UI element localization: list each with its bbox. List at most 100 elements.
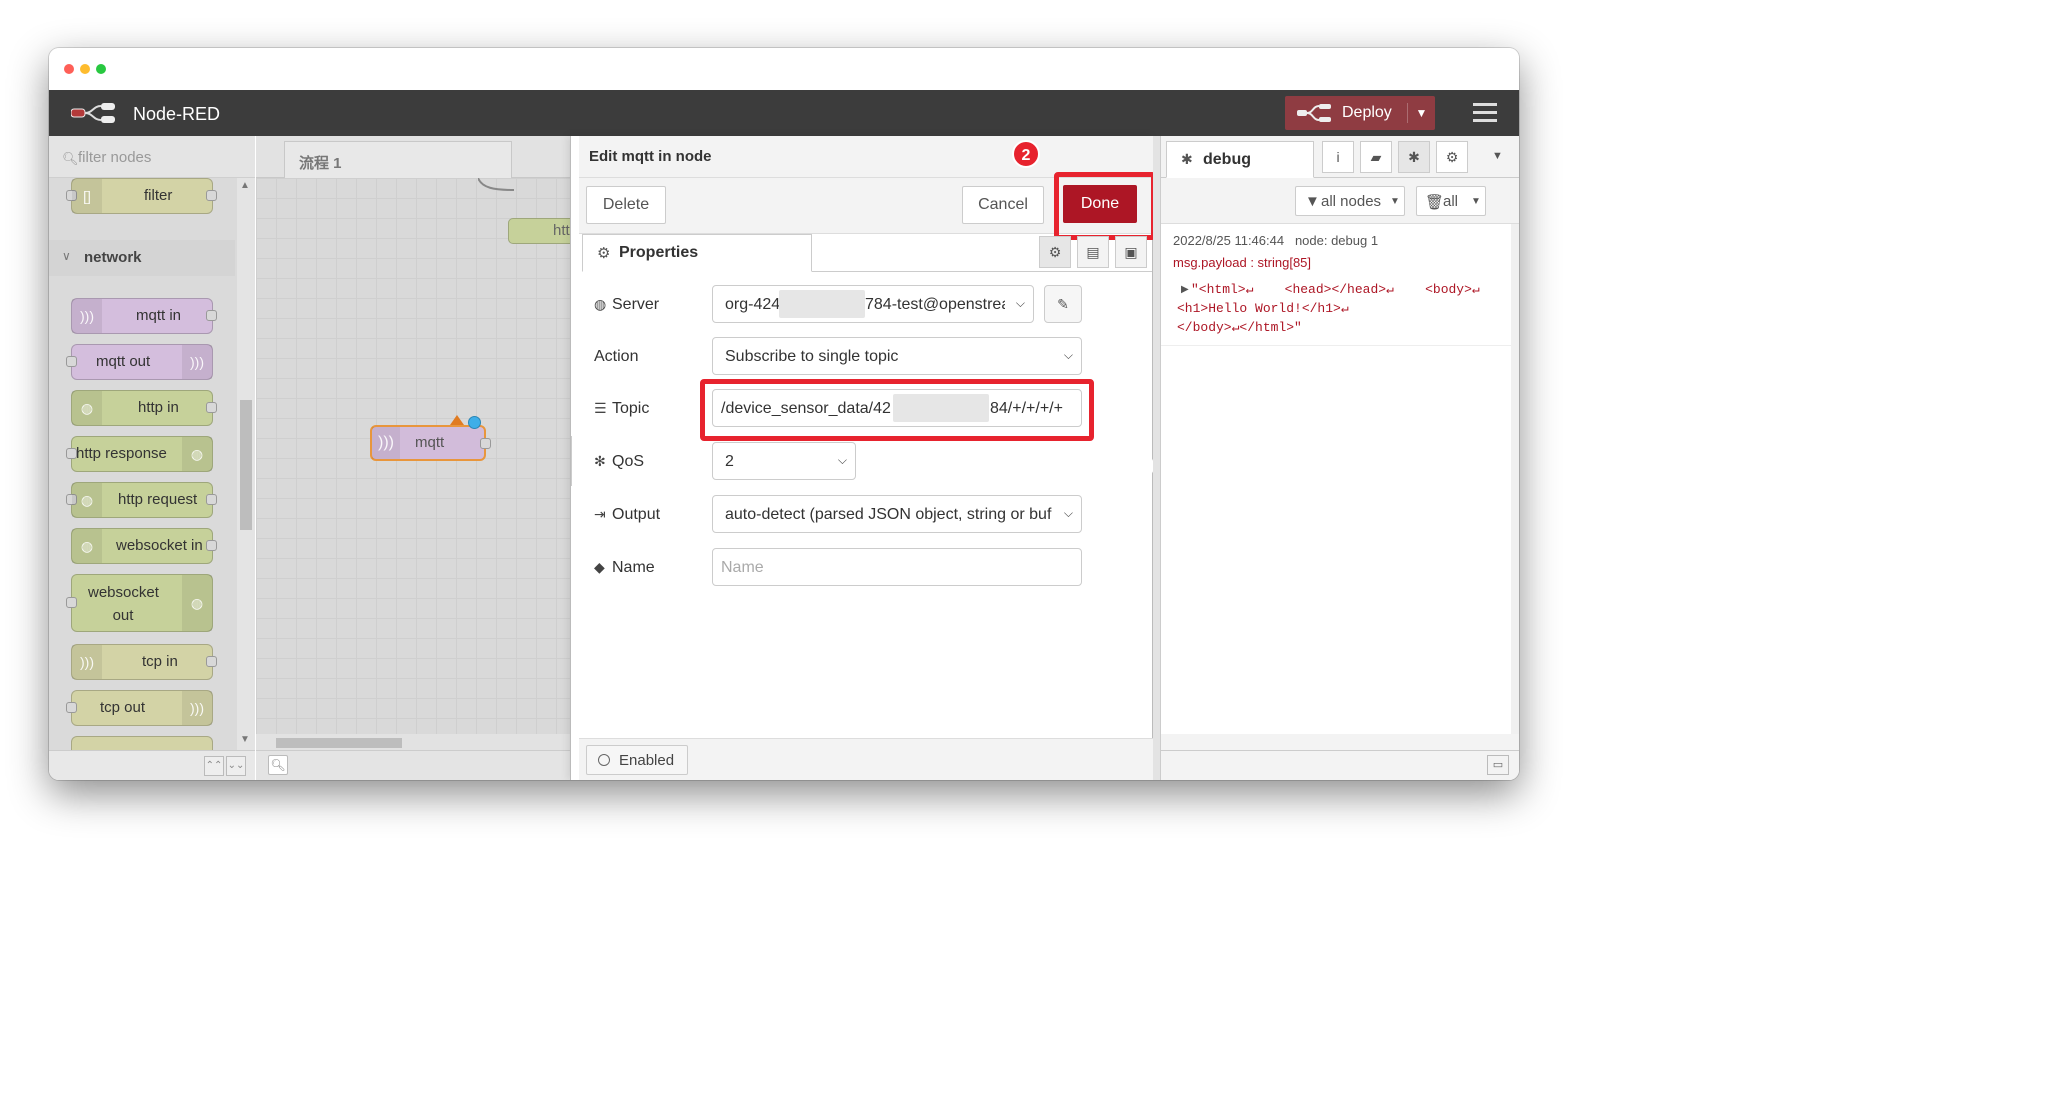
node-label: http in [138,399,179,416]
debug-bug-icon[interactable]: ✱ [1398,141,1430,173]
tray-resize-handle[interactable] [571,436,577,486]
info-icon[interactable]: i [1322,141,1354,173]
workspace-tabs: 流程 1 [256,136,570,179]
search-flows-icon[interactable]: 🔍︎ [268,755,288,775]
enabled-toggle-button[interactable]: Enabled [586,745,688,775]
palette-node-websocket-in[interactable]: ◍ websocket in [71,528,217,564]
monitor-icon[interactable]: ▭ [1487,755,1509,775]
close-window-button[interactable] [64,64,74,74]
palette-node-filter[interactable]: [] filter [66,178,217,214]
window-titlebar [49,48,1519,90]
gear-icon: ⚙ [597,245,611,262]
scrollbar-thumb[interactable] [276,738,402,748]
output-select[interactable]: auto-detect (parsed JSON object, string … [712,495,1082,533]
clear-messages-button[interactable]: 🗑︎ all ▼ [1416,186,1486,216]
scrollbar-thumb[interactable] [240,400,252,530]
output-port[interactable] [480,438,491,449]
filter-nodes-button[interactable]: ▼ all nodes ▼ [1295,186,1405,216]
payload-line: </body>↵</html>" [1177,320,1302,335]
palette-footer: ⌃⌃ ⌄⌄ [49,750,255,780]
deploy-icon [1297,104,1331,122]
name-label: ◆ Name [594,559,655,577]
sign-out-icon: ⇥ [594,506,606,522]
delete-button[interactable]: Delete [586,186,666,224]
cancel-button[interactable]: Cancel [962,186,1044,224]
node-label: tcp out [100,699,146,716]
scroll-down-icon[interactable]: ▼ [240,734,250,745]
minimize-window-button[interactable] [80,64,90,74]
node-label: mqtt in [136,307,182,324]
palette-scrollbar[interactable]: ▲ ▼ [237,178,255,750]
action-select[interactable]: Subscribe to single topic ⌵ [712,337,1082,375]
main-menu-button[interactable] [1473,103,1497,123]
globe-icon: ◍ [72,483,102,517]
payload-line: <h1>Hello World!</h1>↵ [1177,301,1349,316]
message-node: node: debug 1 [1294,233,1379,248]
enabled-label: Enabled [619,752,675,769]
tab-label: debug [1203,151,1251,168]
palette-search-input[interactable]: filter nodes [78,149,151,166]
filter-label: all nodes [1321,193,1382,210]
workspace-footer: 🔍︎ [256,750,570,780]
flow-node-mqtt[interactable]: ))) mqtt [370,415,491,461]
node-label: http request [118,491,198,508]
collapse-all-icon[interactable]: ⌃⌃ [204,756,224,776]
deploy-dropdown-caret-icon[interactable]: ▼ [1407,103,1435,123]
server-select[interactable]: org-424 784-test@openstrea ⌵ [712,285,1034,323]
radio-waves-icon: ))) [72,299,102,333]
output-value: auto-detect (parsed JSON object, string … [725,506,1052,523]
palette-node-websocket-out[interactable]: websocket out ◍ [66,574,213,632]
input-port [66,702,77,713]
tab-properties[interactable]: ⚙ Properties [582,234,812,272]
properties-form: ◍ Server org-424 784-test@openstrea ⌵ ✎ A… [590,272,1179,732]
chevron-down-icon: ▼ [1390,196,1400,207]
palette-category-network[interactable]: ∨ network [49,240,235,276]
radio-waves-icon: ))) [372,427,400,459]
label-text: Topic [612,400,650,417]
output-port [206,494,217,505]
settings-tab-gear-icon[interactable]: ⚙ [1039,236,1071,268]
maximize-window-button[interactable] [96,64,106,74]
palette-node-http-response[interactable]: http response ◍ [66,436,213,472]
wire-link [478,178,515,191]
palette-node-http-request[interactable]: ◍ http request [66,482,217,518]
node-label: mqtt out [96,353,151,370]
tab-debug[interactable]: ✱ debug [1166,141,1314,178]
palette-node-tcp-out[interactable]: tcp out ))) [66,690,213,726]
tray-title: Edit mqtt in node [589,148,712,165]
palette-node-tcp-in[interactable]: ))) tcp in [71,644,217,680]
message-timestamp: 2022/8/25 11:46:44 [1173,233,1285,248]
deploy-button[interactable]: Deploy ▼ [1285,96,1435,130]
appearance-tab-frame-icon[interactable]: ▣ [1115,236,1147,268]
description-tab-document-icon[interactable]: ▤ [1077,236,1109,268]
radio-waves-icon: ))) [182,345,212,379]
sidebar-separator[interactable] [1153,136,1161,780]
edit-server-pencil-icon[interactable]: ✎ [1044,285,1082,323]
scroll-up-icon[interactable]: ▲ [240,180,250,191]
label-text: Server [612,296,660,313]
server-value-suffix: 784-test@openstrea [865,296,1005,313]
qos-select[interactable]: 2 ⌵ [712,442,856,480]
debug-message[interactable]: 2022/8/25 11:46:44 node: debug 1 msg.pay… [1161,224,1511,346]
palette-node-mqtt-in[interactable]: ))) mqtt in [71,298,217,334]
sidebar-scrollbar[interactable] [1511,224,1519,734]
tray-footer: Enabled [579,738,1154,780]
empire-icon: ✻ [594,453,606,469]
tab-flow-1[interactable]: 流程 1 [284,141,512,179]
flow-canvas[interactable]: htt ))) mqtt [256,178,570,734]
flow-node-http-partial[interactable]: htt [508,218,570,244]
gear-icon[interactable]: ⚙ [1436,141,1468,173]
palette-node-http-in[interactable]: ◍ http in [71,390,217,426]
palette-node-partial[interactable] [71,736,213,750]
chevron-down-icon[interactable]: ▼ [1492,150,1503,162]
globe-icon: ◍ [72,529,102,563]
palette-node-mqtt-out[interactable]: mqtt out ))) [66,344,213,380]
name-input[interactable]: Name [712,548,1082,586]
chevron-down-icon: ▼ [1471,196,1481,207]
input-port [66,356,77,367]
sidebar: ✱ debug i ▰ ✱ ⚙ ▼ ▼ all nodes ▼ 🗑︎ all ▼… [1153,136,1519,780]
expand-all-icon[interactable]: ⌄⌄ [226,756,246,776]
server-label: ◍ Server [594,296,659,314]
book-icon[interactable]: ▰ [1360,141,1392,173]
palette-search[interactable]: 🔍︎ filter nodes [49,136,255,178]
